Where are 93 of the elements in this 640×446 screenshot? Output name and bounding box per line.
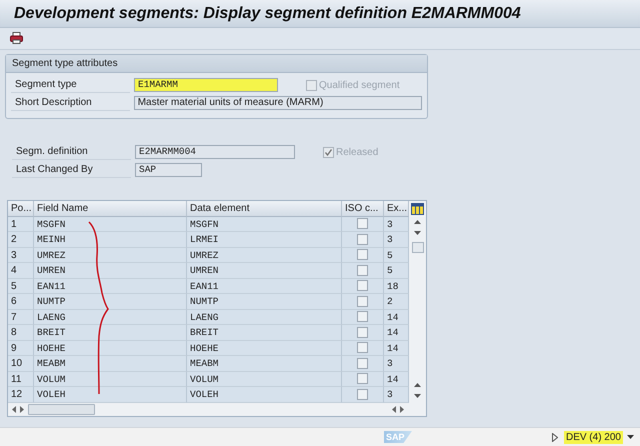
system-info: DEV (4) 200	[564, 430, 623, 444]
checkbox[interactable]	[357, 373, 368, 384]
scroll-left-icon[interactable]	[12, 406, 16, 412]
table-cell: 3	[384, 232, 409, 248]
field-label: Segment type	[11, 77, 130, 93]
print-icon[interactable]	[10, 32, 23, 44]
checkbox[interactable]	[357, 280, 368, 292]
table-cell: 5	[8, 278, 34, 294]
table-cell: 14	[384, 340, 409, 356]
table-cell: UMREZ	[187, 248, 342, 263]
checkbox[interactable]	[357, 234, 368, 245]
table-cell: MEABM	[187, 356, 342, 372]
checkbox-label: Qualified segment	[319, 80, 400, 90]
field-label: Short Description	[11, 95, 130, 111]
table-cell: EAN11	[34, 278, 187, 294]
table-cell: BREIT	[34, 325, 187, 340]
input-field[interactable]: E2MARMM004	[135, 145, 295, 159]
column-header[interactable]: Data element	[187, 201, 342, 216]
scroll-down-icon[interactable]	[414, 394, 421, 398]
checkbox[interactable]	[357, 326, 368, 338]
scroll-up-icon[interactable]	[414, 382, 421, 386]
table-cell: UMREN	[187, 263, 342, 278]
checkbox[interactable]	[357, 264, 368, 276]
table-cell: 18	[384, 278, 409, 294]
table-cell: LAENG	[187, 310, 342, 325]
table-cell: 11	[8, 372, 34, 387]
checkbox-label: Released	[336, 146, 378, 158]
table-cell: 3	[384, 216, 409, 232]
checkbox[interactable]	[357, 249, 368, 260]
checkbox[interactable]	[357, 342, 368, 354]
scrollbar-thumb[interactable]	[412, 242, 424, 252]
table-cell: 5	[384, 263, 409, 278]
table-cell: HOEHE	[34, 340, 187, 356]
table-cell: NUMTP	[187, 294, 342, 310]
table-cell: 8	[8, 325, 34, 340]
table-cell: EAN11	[187, 278, 342, 294]
checkbox[interactable]	[357, 311, 368, 322]
table-cell: MEINH	[34, 232, 187, 248]
table-cell: 5	[384, 248, 409, 263]
table-cell: 6	[8, 294, 34, 310]
checkbox[interactable]	[357, 358, 368, 369]
table-cell: UMREZ	[34, 248, 187, 263]
checkbox[interactable]	[357, 218, 368, 230]
table-cell: 14	[384, 372, 409, 387]
scrollbar-thumb[interactable]	[28, 404, 95, 414]
table-cell: NUMTP	[34, 294, 187, 310]
table-cell: HOEHE	[187, 340, 342, 356]
table-cell: MEABM	[34, 356, 187, 372]
scroll-up-icon[interactable]	[414, 218, 421, 224]
dropdown-icon[interactable]	[627, 434, 634, 440]
table-cell: 3	[384, 387, 409, 402]
scroll-right-icon[interactable]	[20, 406, 24, 412]
table-cell: 4	[8, 263, 34, 278]
table-cell: MSGFN	[187, 216, 342, 232]
table-cell: 14	[384, 325, 409, 340]
table-cell: 1	[8, 216, 34, 232]
table-cell: 2	[384, 294, 409, 310]
scroll-right-icon[interactable]	[400, 406, 404, 412]
table-cell: 9	[8, 340, 34, 356]
window-title: Development segments: Display segment definition E2MARMM004	[14, 5, 521, 22]
table-cell: 3	[384, 356, 409, 372]
scroll-left-icon[interactable]	[392, 406, 396, 412]
column-header[interactable]: Field Name	[34, 201, 187, 216]
table-cell: LAENG	[34, 310, 187, 325]
triangle-right-icon[interactable]	[552, 432, 558, 442]
table-cell: 12	[8, 387, 34, 402]
table-cell: VOLEH	[34, 387, 187, 402]
table-cell: 14	[384, 310, 409, 325]
table-cell: 10	[8, 356, 34, 372]
table-cell: 7	[8, 310, 34, 325]
table-cell: 3	[8, 248, 34, 263]
column-header[interactable]: Ex...	[384, 201, 409, 216]
table-cell: BREIT	[187, 325, 342, 340]
field-label: Segm. definition	[12, 144, 131, 160]
column-header[interactable]: Po...	[8, 201, 34, 216]
column-settings-icon[interactable]	[411, 203, 424, 215]
table-cell: MSGFN	[34, 216, 187, 232]
logo: SAP	[384, 431, 412, 443]
input-field[interactable]: SAP	[135, 163, 202, 177]
table-cell: VOLEH	[187, 387, 342, 402]
checkbox[interactable]	[357, 296, 368, 307]
table-cell: UMREN	[34, 263, 187, 278]
input-field[interactable]: E1MARMM	[134, 78, 278, 92]
scroll-down-icon[interactable]	[414, 230, 421, 236]
field-label: Last Changed By	[12, 162, 131, 178]
table-cell: LRMEI	[187, 232, 342, 248]
table-cell: VOLUM	[187, 372, 342, 387]
input-field[interactable]: Master material units of measure (MARM)	[134, 96, 422, 110]
group-header: Segment type attributes	[6, 55, 427, 73]
checkbox[interactable]	[357, 388, 368, 400]
table-cell: 2	[8, 232, 34, 248]
column-header[interactable]: ISO c...	[342, 201, 384, 216]
table-cell: VOLUM	[34, 372, 187, 387]
